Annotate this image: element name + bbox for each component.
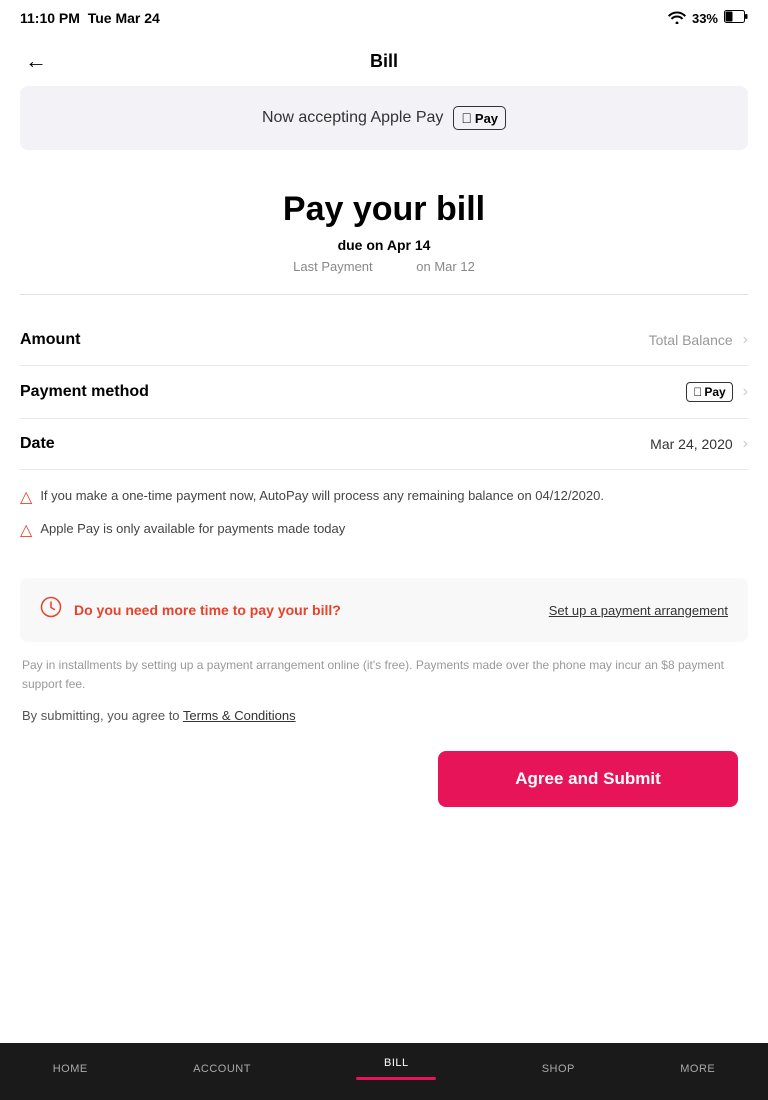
date-row[interactable]: Date Mar 24, 2020 › (20, 419, 748, 470)
date-row-right: Mar 24, 2020 › (650, 435, 748, 453)
payment-method-label: Payment method (20, 383, 149, 401)
setup-link[interactable]: Set up a payment arrangement (549, 603, 728, 618)
status-bar: 11:10 PM Tue Mar 24 33% (0, 0, 768, 36)
last-payment-date: on Mar 12 (416, 259, 475, 274)
signal-percent: 33% (692, 11, 718, 26)
amount-label: Amount (20, 331, 80, 349)
nav-item-more[interactable]: MORE (680, 1063, 715, 1075)
amount-chevron-icon: › (743, 331, 748, 349)
date-chevron-icon: › (743, 435, 748, 453)
payment-arrangement-question: Do you need more time to pay your bill? (74, 602, 341, 618)
page-title: Bill (370, 51, 398, 72)
pay-bill-title: Pay your bill (20, 190, 748, 229)
payment-arrangement-left: Do you need more time to pay your bill? (40, 596, 341, 624)
warning-text-autopay: If you make a one-time payment now, Auto… (40, 486, 604, 506)
last-payment-info: Last Payment on Mar 12 (20, 259, 748, 274)
nav-item-bill[interactable]: BILL (356, 1057, 436, 1080)
bottom-nav: HOME ACCOUNT BILL SHOP MORE (0, 1043, 768, 1100)
apple-pay-banner-text: Now accepting Apple Pay (262, 109, 443, 127)
apple-pay-badge:  Pay (453, 106, 506, 130)
warning-item-applepay: △ Apple Pay is only available for paymen… (20, 519, 748, 540)
back-button[interactable]: ← (20, 43, 52, 79)
wifi-icon (668, 10, 686, 27)
payment-method-applepay-badge: Pay (686, 382, 732, 402)
nav-home-label: HOME (53, 1063, 88, 1075)
status-time: 11:10 PM Tue Mar 24 (20, 10, 160, 26)
page-header: ← Bill (0, 36, 768, 86)
submit-button-container: Agree and Submit (20, 751, 748, 807)
date-value: Mar 24, 2020 (650, 436, 733, 452)
amount-row-right: Total Balance › (649, 331, 748, 349)
nav-more-label: MORE (680, 1063, 715, 1075)
amount-value: Total Balance (649, 332, 733, 348)
warnings-section: △ If you make a one-time payment now, Au… (20, 470, 748, 568)
apple-pay-banner: Now accepting Apple Pay  Pay (20, 86, 748, 150)
apple-logo-small-icon:  (693, 385, 702, 399)
nav-bill-label: BILL (384, 1057, 409, 1069)
battery-icon (724, 10, 748, 26)
warning-triangle-icon-1: △ (20, 487, 32, 507)
due-date: due on Apr 14 (20, 237, 748, 253)
nav-bill-indicator (356, 1077, 436, 1080)
warning-triangle-icon-2: △ (20, 520, 32, 540)
amount-row[interactable]: Amount Total Balance › (20, 315, 748, 366)
home-indicator (319, 914, 449, 919)
status-indicators: 33% (668, 10, 748, 27)
agree-submit-button[interactable]: Agree and Submit (438, 751, 738, 807)
clock-icon (40, 596, 62, 624)
last-payment-label: Last Payment (293, 259, 373, 274)
terms-link[interactable]: Terms & Conditions (183, 708, 296, 723)
payment-method-row[interactable]: Payment method Pay › (20, 366, 748, 419)
payment-arrangement-box: Do you need more time to pay your bill? … (20, 578, 748, 642)
nav-item-account[interactable]: ACCOUNT (193, 1063, 251, 1075)
payment-method-chevron-icon: › (743, 383, 748, 401)
divider-top (20, 294, 748, 295)
payment-method-row-right: Pay › (686, 382, 748, 402)
footer-info-text: Pay in installments by setting up a paym… (20, 656, 748, 694)
warning-text-applepay: Apple Pay is only available for payments… (40, 519, 345, 539)
date-label: Date (20, 435, 55, 453)
nav-account-label: ACCOUNT (193, 1063, 251, 1075)
nav-item-shop[interactable]: SHOP (542, 1063, 575, 1075)
nav-item-home[interactable]: HOME (53, 1063, 88, 1075)
apple-logo-icon:  (461, 110, 472, 126)
nav-shop-label: SHOP (542, 1063, 575, 1075)
terms-text: By submitting, you agree to Terms & Cond… (20, 708, 748, 723)
warning-item-autopay: △ If you make a one-time payment now, Au… (20, 486, 748, 507)
